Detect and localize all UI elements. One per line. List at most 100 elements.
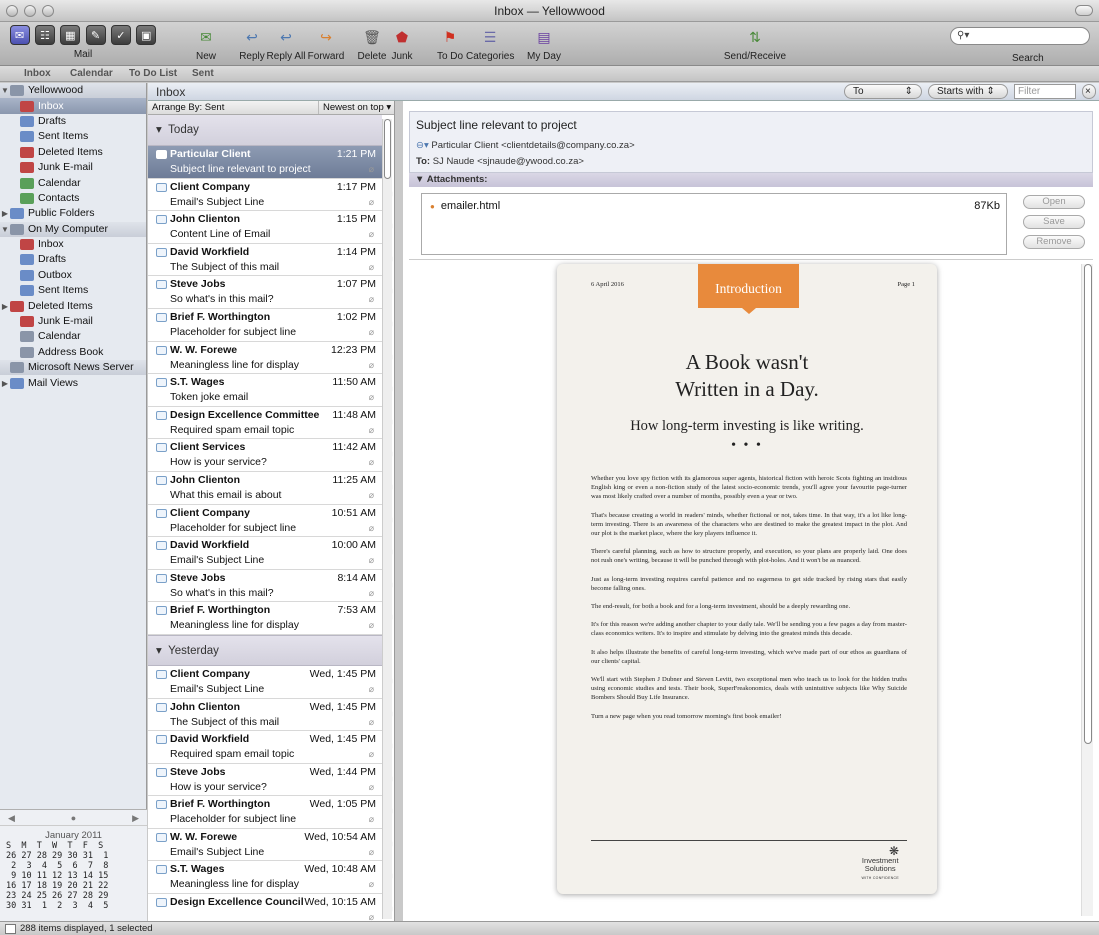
sidebar-item-local-inbox[interactable]: Inbox [0,237,146,252]
message-row[interactable]: Brief F. Worthington 7:53 AM Meaningless l… [148,602,394,635]
message-row[interactable]: David Workfield 10:00 AM Email's Subject L… [148,537,394,570]
message-row[interactable]: W. W. Forewe Wed, 10:54 AM Email's Subject… [148,829,394,862]
message-row[interactable]: David Workfield 1:14 PM The Subject of thi… [148,244,394,277]
group-header-today[interactable]: ▾ Today [148,115,382,146]
sidebar-item-folder-contacts[interactable]: Contacts [0,191,146,206]
mail-view-icon[interactable]: ✉ [9,25,30,45]
todo-button[interactable]: ⚑ To Do [432,25,468,63]
sidebar-item-local-deleted-items[interactable]: ▶ Deleted Items [0,298,146,313]
open-attachment-button[interactable]: Open [1023,195,1085,209]
sidebar-item-folder-sent-items[interactable]: Sent Items [0,129,146,144]
sidebar-item-local-drafts[interactable]: Drafts [0,252,146,267]
group-header-yesterday[interactable]: ▾ Yesterday [148,634,382,666]
message-row[interactable]: Steve Jobs 8:14 AM So what's in this mail?… [148,570,394,603]
nav-calendar[interactable]: Calendar [70,66,113,82]
sidebar-item-folder-calendar[interactable]: Calendar [0,175,146,190]
disclosure-icon[interactable]: ▶ [0,206,10,221]
sidebar-item-folder-deleted-items[interactable]: Deleted Items [0,145,146,160]
message-row[interactable]: Particular Client 1:21 PM Subject line rel… [148,146,394,179]
nav-todo-list[interactable]: To Do List [129,66,177,82]
new-button[interactable]: ✉ New [186,25,226,63]
message-body-scrollbar[interactable] [1081,264,1093,916]
message-row[interactable]: S.T. Wages Wed, 10:48 AM Meaningless line … [148,861,394,895]
mini-calendar-grid[interactable]: S M T W T F S 26 27 28 29 30 31 1 2 3 4 5… [0,841,147,911]
sort-order[interactable]: Newest on top ▾ [318,101,394,114]
disclosure-icon[interactable]: ▶ [0,299,10,314]
sidebar-item-local-junk[interactable]: Junk E-mail [0,314,146,329]
address-book-view-icon[interactable]: ☷ [34,25,55,45]
save-attachment-button[interactable]: Save [1023,215,1085,229]
scroll-thumb[interactable] [1084,264,1092,744]
message-row[interactable]: Client Company 1:17 PM Email's Subject Lin… [148,179,394,212]
message-row[interactable]: Brief F. Worthington Wed, 1:05 PM Placehol… [148,796,394,829]
sidebar-item-local-calendar[interactable]: Calendar [0,329,146,344]
nav-inbox[interactable]: Inbox [24,66,51,82]
sidebar-item-folder-public[interactable]: ▶ Public Folders [0,206,146,221]
sidebar-item-account-yellowwood[interactable]: ▼ Yellowwood [0,83,146,99]
zoom-window-button[interactable] [42,5,54,17]
calendar-week-row[interactable]: 16 17 18 19 20 21 22 [6,881,147,891]
message-row[interactable]: Client Company Wed, 1:45 PM Email's Subjec… [148,666,394,699]
sidebar-item-local-sent-items[interactable]: Sent Items [0,283,146,298]
sidebar-item-local-address-book[interactable]: Address Book [0,345,146,360]
message-list-scrollbar[interactable] [382,119,392,919]
filter-mode-select[interactable]: Starts with ⇕ [928,84,1008,99]
sidebar-item-local-outbox[interactable]: Outbox [0,268,146,283]
nav-sent[interactable]: Sent [192,66,214,82]
send-receive-button[interactable]: ⇅ Send/Receive [722,25,788,63]
next-month-icon[interactable]: ▶ [132,810,139,825]
message-row[interactable]: John Clienton 11:25 AM What this email is … [148,472,394,505]
calendar-week-row[interactable]: 9 10 11 12 13 14 15 [6,871,147,881]
forward-button[interactable]: ↪ Forward [306,25,346,63]
message-row[interactable]: John Clienton 1:15 PM Content Line of Emai… [148,211,394,244]
my-day-button[interactable]: ▤ My Day [524,25,564,63]
message-row[interactable]: W. W. Forewe 12:23 PM Meaningless line for… [148,342,394,375]
message-row[interactable]: Steve Jobs 1:07 PM So what's in this mail?… [148,276,394,309]
project-view-icon[interactable]: ▣ [136,25,157,45]
message-from[interactable]: ⊖▾ Particular Client <clientdetails@comp… [416,140,635,151]
today-dot-icon[interactable]: ● [71,810,76,825]
filter-input[interactable]: Filter [1014,84,1076,99]
clear-filter-icon[interactable]: × [1082,84,1096,99]
sidebar-item-news-server[interactable]: Microsoft News Server [0,360,146,376]
message-row[interactable]: John Clienton Wed, 1:45 PM The Subject of … [148,699,394,732]
calendar-week-row[interactable]: 2 3 4 5 6 7 8 [6,861,147,871]
message-row[interactable]: Client Services 11:42 AM How is your servi… [148,439,394,472]
prev-month-icon[interactable]: ◀ [8,810,15,825]
calendar-week-row[interactable]: 26 27 28 29 30 31 1 [6,851,147,861]
disclosure-icon[interactable]: ▼ [0,222,10,237]
message-row[interactable]: Brief F. Worthington 1:02 PM Placeholder f… [148,309,394,342]
tasks-view-icon[interactable]: ✓ [110,25,131,45]
message-row[interactable]: Client Company 10:51 AM Placeholder for su… [148,505,394,538]
search-input[interactable]: ⚲▾ [950,27,1090,45]
calendar-view-icon[interactable]: ▦ [60,25,81,45]
message-row[interactable]: David Workfield Wed, 1:45 PM Required spam… [148,731,394,764]
filter-field-select[interactable]: To ⇕ [844,84,922,99]
sidebar-item-account-on-my-computer[interactable]: ▼ On My Computer [0,221,146,237]
contact-disclosure-icon[interactable]: ⊖▾ [416,140,429,151]
delete-button[interactable]: 🗑 Delete [352,25,392,63]
calendar-week-row[interactable]: 23 24 25 26 27 28 29 [6,891,147,901]
toolbar-toggle-button[interactable] [1075,5,1093,16]
remove-attachment-button[interactable]: Remove [1023,235,1085,249]
close-window-button[interactable] [6,5,18,17]
reply-all-button[interactable]: ↩ Reply All [266,25,306,63]
message-row[interactable]: Steve Jobs Wed, 1:44 PM How is your servic… [148,764,394,797]
sort-bar[interactable]: Arrange By: Sent Newest on top ▾ [148,101,394,115]
message-row[interactable]: Design Excellence Committee 11:48 AM Requi… [148,407,394,440]
minimize-window-button[interactable] [24,5,36,17]
attachments-header[interactable]: ▼ Attachments: [409,173,1093,187]
sidebar-item-folder-inbox[interactable]: Inbox [0,98,146,114]
arrange-by[interactable]: Arrange By: Sent [152,101,224,114]
attachment-item[interactable]: emailer.html [430,200,500,212]
scroll-thumb[interactable] [384,119,391,179]
disclosure-icon[interactable]: ▶ [0,376,10,391]
sidebar-item-folder-junk[interactable]: Junk E-mail [0,160,146,175]
categories-button[interactable]: ☰ Categories [466,25,514,63]
message-row[interactable]: Design Excellence CouncilWed, 10:15 AM⌀⚐ [148,894,394,921]
sidebar-item-mail-views[interactable]: ▶ Mail Views [0,375,146,390]
notes-view-icon[interactable]: ✎ [85,25,106,45]
message-row[interactable]: S.T. Wages11:50 AMToken joke email⌀⚐ [148,374,394,407]
reply-button[interactable]: ↩ Reply [234,25,270,63]
calendar-week-row[interactable]: 30 31 1 2 3 4 5 [6,901,147,911]
